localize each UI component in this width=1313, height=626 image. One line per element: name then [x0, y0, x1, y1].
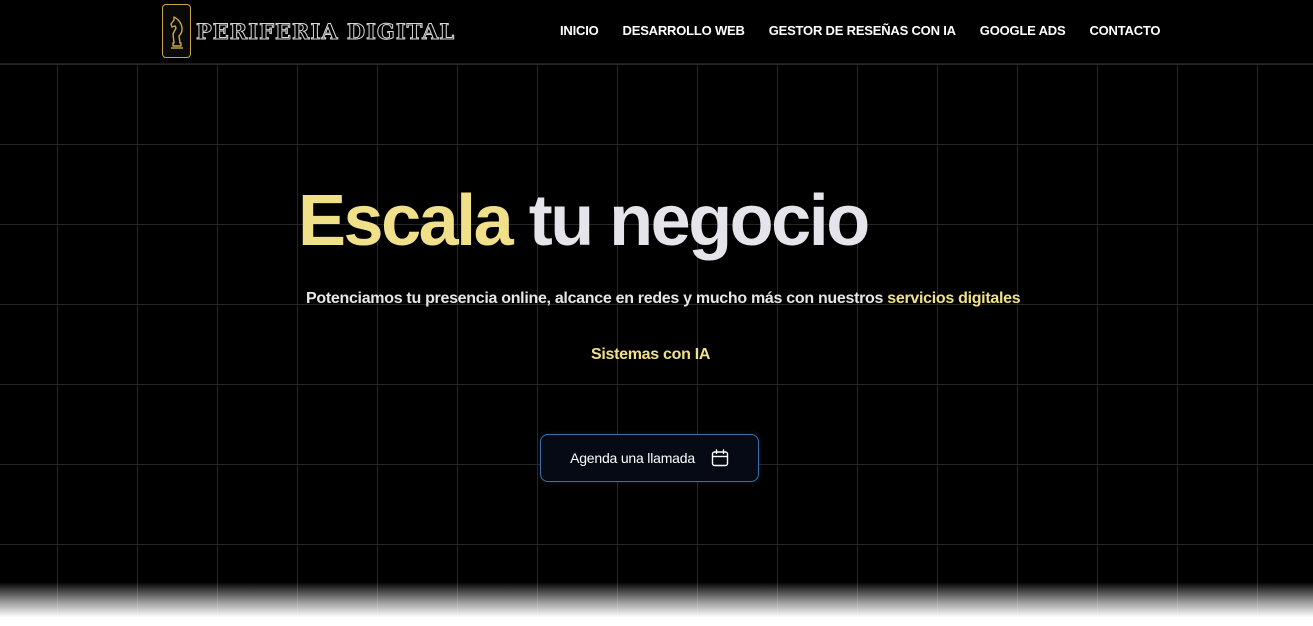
hero-title-rest: tu negocio — [528, 181, 870, 261]
hero-title-accent: Escala — [298, 181, 514, 261]
nav-inicio[interactable]: INICIO — [560, 23, 599, 38]
hero-tagline: Sistemas con IA — [591, 346, 711, 363]
brand-logo[interactable]: PERIFERIA DIGITAL — [162, 4, 455, 58]
hero-subtitle-main: Potenciamos tu presencia online, alcance… — [306, 290, 888, 307]
chess-knight-icon — [162, 4, 191, 58]
bottom-fade — [0, 582, 1313, 626]
nav-google-ads[interactable]: GOOGLE ADS — [980, 23, 1066, 38]
hero-title: Escala tu negocio — [298, 176, 870, 266]
schedule-call-label: Agenda una llamada — [570, 450, 695, 466]
hero-subtitle: Potenciamos tu presencia online, alcance… — [306, 290, 1021, 308]
nav-contacto[interactable]: CONTACTO — [1089, 23, 1160, 38]
landing-page: PERIFERIA DIGITAL INICIO DESARROLLO WEB … — [0, 0, 1313, 626]
hero-subtitle-highlight: servicios digitales — [887, 290, 1021, 307]
nav-desarrollo-web[interactable]: DESARROLLO WEB — [623, 23, 745, 38]
calendar-icon — [711, 449, 729, 467]
nav-gestor-resenas[interactable]: GESTOR DE RESEÑAS CON IA — [769, 23, 956, 38]
schedule-call-button[interactable]: Agenda una llamada — [540, 434, 759, 482]
main-nav: INICIO DESARROLLO WEB GESTOR DE RESEÑAS … — [560, 23, 1184, 38]
brand-name: PERIFERIA DIGITAL — [195, 18, 456, 44]
grid-background — [0, 64, 1313, 626]
site-header: PERIFERIA DIGITAL INICIO DESARROLLO WEB … — [0, 0, 1313, 64]
